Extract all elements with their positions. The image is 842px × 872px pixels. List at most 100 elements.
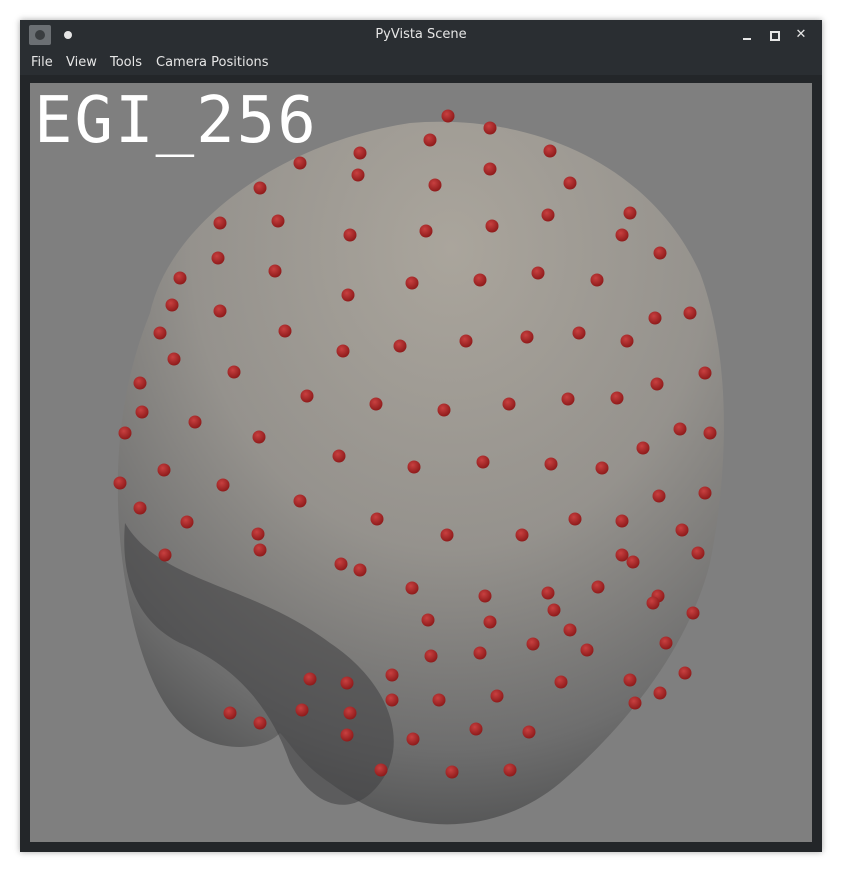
electrode-sensor	[252, 430, 266, 444]
electrode-sensor	[253, 716, 267, 730]
electrode-sensor	[580, 643, 594, 657]
electrode-sensor	[615, 228, 629, 242]
electrode-sensor	[405, 276, 419, 290]
electrode-sensor	[683, 306, 697, 320]
electrode-sensor	[476, 455, 490, 469]
electrode-sensor	[691, 546, 705, 560]
close-button[interactable]: ✕	[792, 26, 810, 44]
electrode-sensor	[341, 288, 355, 302]
electrode-sensor	[211, 251, 225, 265]
close-icon: ✕	[795, 27, 807, 42]
electrode-sensor	[483, 615, 497, 629]
electrode-sensor	[407, 460, 421, 474]
electrode-sensor	[432, 693, 446, 707]
electrode-sensor	[541, 208, 555, 222]
electrode-sensor	[678, 666, 692, 680]
electrode-sensor	[636, 441, 650, 455]
electrode-sensor	[623, 206, 637, 220]
electrode-sensor	[113, 476, 127, 490]
electrode-sensor	[213, 216, 227, 230]
electrode-sensor	[332, 449, 346, 463]
electrode-sensor	[336, 344, 350, 358]
electrode-sensor	[271, 214, 285, 228]
electrode-sensor	[440, 528, 454, 542]
electrode-sensor	[544, 457, 558, 471]
electrode-sensor	[133, 501, 147, 515]
electrode-sensor	[473, 273, 487, 287]
electrode-sensor	[293, 156, 307, 170]
electrode-sensor	[173, 271, 187, 285]
electrode-sensor	[251, 527, 265, 541]
electrode-sensor	[473, 646, 487, 660]
montage-label: EGI_256	[34, 84, 318, 158]
electrode-sensor	[698, 366, 712, 380]
electrode-sensor	[278, 324, 292, 338]
electrode-sensor	[547, 603, 561, 617]
electrode-sensor	[158, 548, 172, 562]
electrode-sensor	[385, 693, 399, 707]
electrode-sensor	[520, 330, 534, 344]
electrode-sensor	[595, 461, 609, 475]
electrode-sensor	[188, 415, 202, 429]
title-bar[interactable]: PyVista Scene ✕	[20, 20, 822, 50]
menu-bar: File View Tools Camera Positions	[20, 50, 822, 75]
electrode-sensor	[405, 581, 419, 595]
render-viewport[interactable]: EGI_256	[30, 83, 812, 842]
electrode-sensor	[293, 494, 307, 508]
electrode-sensor	[268, 264, 282, 278]
maximize-button[interactable]	[765, 26, 783, 44]
menu-file[interactable]: File	[31, 55, 53, 70]
electrode-sensor	[526, 637, 540, 651]
electrode-sensor	[167, 352, 181, 366]
electrode-sensor	[213, 304, 227, 318]
electrode-sensor	[673, 422, 687, 436]
electrode-sensor	[703, 426, 717, 440]
electrode-sensor	[590, 273, 604, 287]
electrode-sensor	[653, 246, 667, 260]
electrode-sensor	[502, 397, 516, 411]
electrode-sensor	[652, 489, 666, 503]
app-window: PyVista Scene ✕ File View Tools Camera P…	[20, 20, 822, 852]
electrode-sensor	[406, 732, 420, 746]
electrode-sensor	[223, 706, 237, 720]
electrode-sensor	[615, 548, 629, 562]
electrode-sensor	[216, 478, 230, 492]
electrode-sensor	[563, 623, 577, 637]
electrode-sensor	[626, 555, 640, 569]
electrode-sensor	[343, 706, 357, 720]
head-render	[113, 109, 724, 825]
electrode-sensor	[424, 649, 438, 663]
window-title: PyVista Scene	[375, 27, 467, 42]
electrode-sensor	[522, 725, 536, 739]
electrode-sensor	[437, 403, 451, 417]
electrode-sensor	[353, 563, 367, 577]
electrode-sensor	[135, 405, 149, 419]
electrode-sensor	[351, 168, 365, 182]
minimize-button[interactable]	[738, 26, 756, 44]
electrode-sensor	[295, 703, 309, 717]
electrode-sensor	[628, 696, 642, 710]
electrode-sensor	[421, 613, 435, 627]
electrode-sensor	[659, 636, 673, 650]
electrode-sensor	[180, 515, 194, 529]
electrode-sensor	[623, 673, 637, 687]
electrode-sensor	[615, 514, 629, 528]
electrode-sensor	[561, 392, 575, 406]
menu-view[interactable]: View	[66, 55, 97, 70]
electrode-sensor	[133, 376, 147, 390]
electrode-sensor	[419, 224, 433, 238]
electrode-sensor	[675, 523, 689, 537]
electrode-sensor	[531, 266, 545, 280]
electrode-sensor	[515, 528, 529, 542]
electrode-sensor	[653, 686, 667, 700]
electrode-sensor	[369, 397, 383, 411]
electrode-sensor	[227, 365, 241, 379]
electrode-sensor	[503, 763, 517, 777]
electrode-sensor	[620, 334, 634, 348]
electrode-sensor	[572, 326, 586, 340]
menu-tools[interactable]: Tools	[110, 55, 142, 70]
electrode-sensor	[541, 586, 555, 600]
menu-camera-positions[interactable]: Camera Positions	[156, 55, 269, 70]
electrode-sensor	[650, 377, 664, 391]
electrode-sensor	[118, 426, 132, 440]
